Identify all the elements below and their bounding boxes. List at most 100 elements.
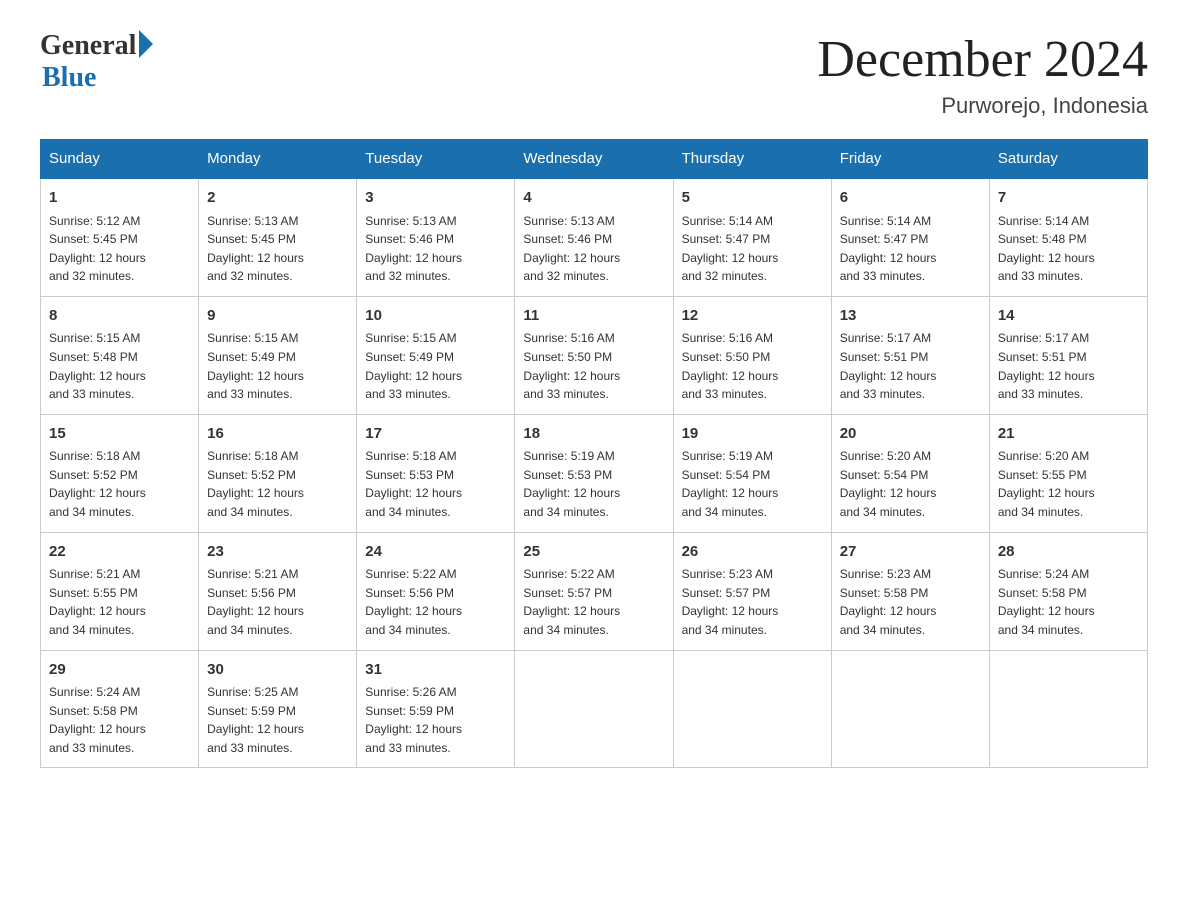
calendar-week-row: 1Sunrise: 5:12 AMSunset: 5:45 PMDaylight…	[41, 178, 1148, 296]
day-info: Sunrise: 5:24 AMSunset: 5:58 PMDaylight:…	[998, 565, 1139, 639]
calendar-header-wednesday: Wednesday	[515, 140, 673, 179]
day-number: 12	[682, 305, 823, 328]
calendar-cell	[989, 650, 1147, 768]
calendar-cell: 9Sunrise: 5:15 AMSunset: 5:49 PMDaylight…	[199, 296, 357, 414]
calendar-cell: 3Sunrise: 5:13 AMSunset: 5:46 PMDaylight…	[357, 178, 515, 296]
day-number: 26	[682, 541, 823, 564]
day-info: Sunrise: 5:22 AMSunset: 5:57 PMDaylight:…	[523, 565, 664, 639]
day-number: 21	[998, 423, 1139, 446]
calendar-cell: 4Sunrise: 5:13 AMSunset: 5:46 PMDaylight…	[515, 178, 673, 296]
calendar-cell: 30Sunrise: 5:25 AMSunset: 5:59 PMDayligh…	[199, 650, 357, 768]
calendar-cell: 23Sunrise: 5:21 AMSunset: 5:56 PMDayligh…	[199, 532, 357, 650]
calendar-cell: 29Sunrise: 5:24 AMSunset: 5:58 PMDayligh…	[41, 650, 199, 768]
day-info: Sunrise: 5:13 AMSunset: 5:45 PMDaylight:…	[207, 212, 348, 286]
day-number: 10	[365, 305, 506, 328]
day-number: 30	[207, 659, 348, 682]
logo: General Blue	[40, 30, 153, 94]
day-info: Sunrise: 5:15 AMSunset: 5:49 PMDaylight:…	[207, 329, 348, 403]
logo-general-text: General	[40, 30, 136, 62]
day-info: Sunrise: 5:17 AMSunset: 5:51 PMDaylight:…	[840, 329, 981, 403]
day-number: 25	[523, 541, 664, 564]
day-number: 8	[49, 305, 190, 328]
day-number: 15	[49, 423, 190, 446]
calendar-cell: 27Sunrise: 5:23 AMSunset: 5:58 PMDayligh…	[831, 532, 989, 650]
calendar-header-row: SundayMondayTuesdayWednesdayThursdayFrid…	[41, 140, 1148, 179]
day-number: 20	[840, 423, 981, 446]
day-info: Sunrise: 5:14 AMSunset: 5:47 PMDaylight:…	[840, 212, 981, 286]
day-info: Sunrise: 5:12 AMSunset: 5:45 PMDaylight:…	[49, 212, 190, 286]
location-label: Purworejo, Indonesia	[817, 93, 1148, 119]
month-title: December 2024	[817, 30, 1148, 89]
day-info: Sunrise: 5:26 AMSunset: 5:59 PMDaylight:…	[365, 683, 506, 757]
calendar-cell: 15Sunrise: 5:18 AMSunset: 5:52 PMDayligh…	[41, 414, 199, 532]
calendar-cell	[831, 650, 989, 768]
calendar-cell: 25Sunrise: 5:22 AMSunset: 5:57 PMDayligh…	[515, 532, 673, 650]
day-info: Sunrise: 5:15 AMSunset: 5:48 PMDaylight:…	[49, 329, 190, 403]
calendar-week-row: 22Sunrise: 5:21 AMSunset: 5:55 PMDayligh…	[41, 532, 1148, 650]
calendar-cell: 18Sunrise: 5:19 AMSunset: 5:53 PMDayligh…	[515, 414, 673, 532]
calendar-cell: 24Sunrise: 5:22 AMSunset: 5:56 PMDayligh…	[357, 532, 515, 650]
calendar-cell: 5Sunrise: 5:14 AMSunset: 5:47 PMDaylight…	[673, 178, 831, 296]
day-info: Sunrise: 5:14 AMSunset: 5:48 PMDaylight:…	[998, 212, 1139, 286]
day-info: Sunrise: 5:20 AMSunset: 5:54 PMDaylight:…	[840, 447, 981, 521]
day-info: Sunrise: 5:16 AMSunset: 5:50 PMDaylight:…	[682, 329, 823, 403]
day-number: 22	[49, 541, 190, 564]
day-info: Sunrise: 5:20 AMSunset: 5:55 PMDaylight:…	[998, 447, 1139, 521]
calendar-cell: 31Sunrise: 5:26 AMSunset: 5:59 PMDayligh…	[357, 650, 515, 768]
day-info: Sunrise: 5:24 AMSunset: 5:58 PMDaylight:…	[49, 683, 190, 757]
day-number: 29	[49, 659, 190, 682]
day-info: Sunrise: 5:25 AMSunset: 5:59 PMDaylight:…	[207, 683, 348, 757]
day-number: 23	[207, 541, 348, 564]
day-info: Sunrise: 5:22 AMSunset: 5:56 PMDaylight:…	[365, 565, 506, 639]
day-info: Sunrise: 5:17 AMSunset: 5:51 PMDaylight:…	[998, 329, 1139, 403]
page-header: General Blue December 2024 Purworejo, In…	[40, 30, 1148, 119]
day-number: 19	[682, 423, 823, 446]
calendar-cell: 7Sunrise: 5:14 AMSunset: 5:48 PMDaylight…	[989, 178, 1147, 296]
calendar-cell: 1Sunrise: 5:12 AMSunset: 5:45 PMDaylight…	[41, 178, 199, 296]
day-info: Sunrise: 5:18 AMSunset: 5:52 PMDaylight:…	[49, 447, 190, 521]
day-info: Sunrise: 5:13 AMSunset: 5:46 PMDaylight:…	[523, 212, 664, 286]
calendar-cell: 21Sunrise: 5:20 AMSunset: 5:55 PMDayligh…	[989, 414, 1147, 532]
day-number: 24	[365, 541, 506, 564]
day-info: Sunrise: 5:13 AMSunset: 5:46 PMDaylight:…	[365, 212, 506, 286]
day-info: Sunrise: 5:18 AMSunset: 5:53 PMDaylight:…	[365, 447, 506, 521]
calendar-cell: 28Sunrise: 5:24 AMSunset: 5:58 PMDayligh…	[989, 532, 1147, 650]
day-number: 28	[998, 541, 1139, 564]
day-number: 16	[207, 423, 348, 446]
calendar-week-row: 8Sunrise: 5:15 AMSunset: 5:48 PMDaylight…	[41, 296, 1148, 414]
day-info: Sunrise: 5:15 AMSunset: 5:49 PMDaylight:…	[365, 329, 506, 403]
calendar-header-tuesday: Tuesday	[357, 140, 515, 179]
calendar-cell: 6Sunrise: 5:14 AMSunset: 5:47 PMDaylight…	[831, 178, 989, 296]
calendar-header-saturday: Saturday	[989, 140, 1147, 179]
day-info: Sunrise: 5:14 AMSunset: 5:47 PMDaylight:…	[682, 212, 823, 286]
day-number: 6	[840, 187, 981, 210]
day-info: Sunrise: 5:19 AMSunset: 5:54 PMDaylight:…	[682, 447, 823, 521]
calendar-header-monday: Monday	[199, 140, 357, 179]
calendar-cell: 19Sunrise: 5:19 AMSunset: 5:54 PMDayligh…	[673, 414, 831, 532]
calendar-cell: 14Sunrise: 5:17 AMSunset: 5:51 PMDayligh…	[989, 296, 1147, 414]
day-number: 9	[207, 305, 348, 328]
calendar-cell: 26Sunrise: 5:23 AMSunset: 5:57 PMDayligh…	[673, 532, 831, 650]
day-info: Sunrise: 5:18 AMSunset: 5:52 PMDaylight:…	[207, 447, 348, 521]
calendar-cell	[673, 650, 831, 768]
calendar-cell: 11Sunrise: 5:16 AMSunset: 5:50 PMDayligh…	[515, 296, 673, 414]
day-number: 13	[840, 305, 981, 328]
calendar-cell: 12Sunrise: 5:16 AMSunset: 5:50 PMDayligh…	[673, 296, 831, 414]
calendar-cell: 8Sunrise: 5:15 AMSunset: 5:48 PMDaylight…	[41, 296, 199, 414]
logo-arrow-icon	[139, 30, 153, 58]
day-number: 17	[365, 423, 506, 446]
calendar-header-friday: Friday	[831, 140, 989, 179]
calendar-cell: 17Sunrise: 5:18 AMSunset: 5:53 PMDayligh…	[357, 414, 515, 532]
day-number: 2	[207, 187, 348, 210]
day-info: Sunrise: 5:21 AMSunset: 5:56 PMDaylight:…	[207, 565, 348, 639]
calendar-header-thursday: Thursday	[673, 140, 831, 179]
day-info: Sunrise: 5:23 AMSunset: 5:57 PMDaylight:…	[682, 565, 823, 639]
day-number: 7	[998, 187, 1139, 210]
logo-blue-text: Blue	[42, 62, 96, 94]
calendar-header-sunday: Sunday	[41, 140, 199, 179]
day-info: Sunrise: 5:16 AMSunset: 5:50 PMDaylight:…	[523, 329, 664, 403]
title-area: December 2024 Purworejo, Indonesia	[817, 30, 1148, 119]
day-number: 5	[682, 187, 823, 210]
day-number: 18	[523, 423, 664, 446]
day-number: 14	[998, 305, 1139, 328]
